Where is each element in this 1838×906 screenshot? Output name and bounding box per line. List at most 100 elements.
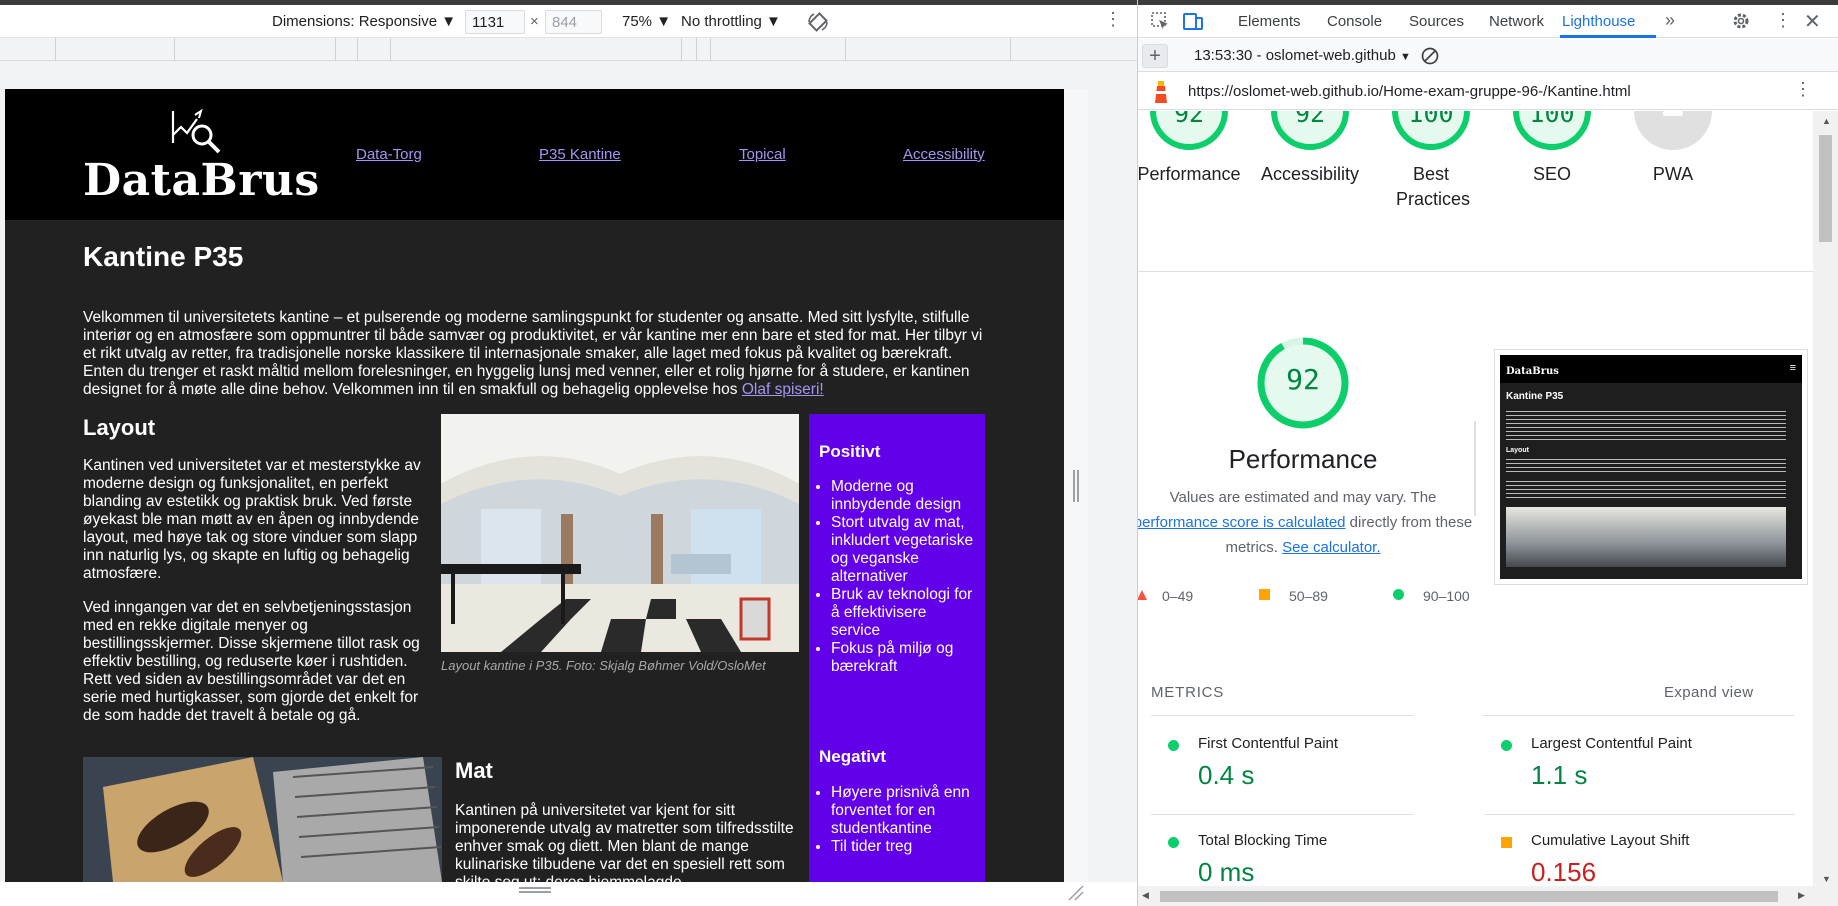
zoom-dropdown[interactable]: 75% ▼: [622, 13, 671, 30]
olaf-spiseri-link[interactable]: Olaf spiseri!: [742, 381, 824, 398]
new-report-plus-icon[interactable]: +: [1142, 44, 1168, 68]
nav-link-accessibility[interactable]: Accessibility: [903, 146, 985, 163]
customize-menu-icon[interactable]: ⋮: [1774, 10, 1792, 31]
scroll-up-icon[interactable]: ▲: [1822, 116, 1831, 126]
metrics-heading: METRICS: [1151, 684, 1225, 701]
emulated-page: DataBrus Data-Torg P35 Kantine Topical A…: [5, 89, 1064, 882]
pass-circle-icon: [1168, 837, 1179, 848]
width-input[interactable]: 1131: [465, 10, 525, 34]
nav-link-topical[interactable]: Topical: [739, 146, 786, 163]
device-toolbar-icon[interactable]: [1182, 10, 1204, 32]
performance-main-score: 92: [1286, 363, 1320, 396]
score-calculated-link[interactable]: performance score is calculated: [1138, 514, 1346, 531]
tab-elements[interactable]: Elements: [1238, 13, 1301, 30]
pass-circle-icon: [1393, 589, 1404, 600]
tab-lighthouse[interactable]: Lighthouse: [1562, 13, 1635, 30]
clear-reports-icon[interactable]: [1421, 47, 1439, 65]
resize-handle-bottom[interactable]: [519, 887, 551, 893]
caret-down-icon: ▼: [441, 13, 457, 30]
score-label: Performance: [1138, 164, 1241, 184]
device-toolbar: Dimensions: Responsive ▼ 1131 × 844 75% …: [0, 5, 1137, 38]
page-title: Kantine P35: [83, 241, 244, 272]
more-tabs-icon[interactable]: »: [1665, 10, 1675, 31]
resize-corner-icon[interactable]: [1067, 884, 1085, 902]
dimensions-dropdown[interactable]: Dimensions: Responsive ▼: [272, 13, 456, 30]
legend-average: 50–89: [1289, 588, 1328, 604]
tab-network[interactable]: Network: [1489, 13, 1544, 30]
metric-value: 0.156: [1531, 857, 1597, 886]
device-emulation-pane: Dimensions: Responsive ▼ 1131 × 844 75% …: [0, 0, 1137, 906]
see-calculator-link[interactable]: See calculator.: [1282, 539, 1380, 556]
throttling-dropdown[interactable]: No throttling ▼: [681, 13, 781, 30]
positive-list: Moderne og innbydende design Stort utval…: [805, 478, 977, 676]
caret-down-icon: ▼: [766, 13, 781, 30]
list-item: Høyere prisnivå enn forventet for en stu…: [831, 784, 977, 838]
metric-label: Cumulative Layout Shift: [1531, 832, 1690, 849]
emulation-bottom-gutter: [0, 882, 1137, 906]
score-label: SEO: [1532, 164, 1571, 184]
times-icon: ×: [530, 13, 539, 30]
negative-heading: Negativt: [819, 747, 887, 766]
layout-heading: Layout: [83, 415, 156, 440]
divider: [1151, 715, 1414, 716]
divider: [1474, 421, 1476, 516]
inspect-element-icon[interactable]: [1150, 11, 1170, 31]
report-horizontal-scrollbar[interactable]: ◀ ▶: [1138, 886, 1838, 906]
layout-paragraph-1: Kantinen ved universitetet var et mester…: [83, 457, 421, 582]
expand-view-toggle[interactable]: Expand view: [1664, 684, 1753, 701]
nav-link-data-torg[interactable]: Data-Torg: [356, 146, 422, 163]
scroll-down-icon[interactable]: ▼: [1822, 874, 1831, 884]
scrollbar-thumb[interactable]: [1160, 891, 1778, 902]
metric-value: 0 ms: [1198, 857, 1255, 886]
data-search-icon: [171, 108, 221, 154]
metric-value: 0.4 s: [1198, 760, 1255, 790]
pros-cons-box: Positivt Moderne og innbydende design St…: [809, 414, 985, 882]
score-value: 92: [1294, 111, 1326, 128]
divider: [1138, 271, 1813, 272]
devtools-panel: Elements Console Sources Network Lightho…: [1137, 0, 1838, 906]
estimate-note: Values are estimated and may vary. The p…: [1138, 485, 1478, 560]
score-label: Accessibility: [1260, 164, 1360, 184]
performance-main-label: Performance: [1228, 444, 1378, 474]
intro-paragraph: Velkommen til universitetets kantine – e…: [83, 309, 991, 399]
url-more-icon[interactable]: ⋮: [1794, 79, 1812, 100]
dimensions-label: Dimensions: Responsive: [272, 13, 438, 30]
metric-value: 1.1 s: [1531, 760, 1588, 790]
legend-pass: 90–100: [1423, 588, 1470, 604]
site-header: DataBrus Data-Torg P35 Kantine Topical A…: [5, 89, 1064, 220]
final-screenshot-thumbnail[interactable]: DataBrus ≡ Kantine P35 Layout: [1494, 349, 1808, 585]
close-devtools-icon[interactable]: ✕: [1804, 9, 1821, 34]
resize-handle-right[interactable]: [1073, 470, 1079, 502]
list-item: Bruk av teknologi for å effektivisere se…: [831, 586, 977, 640]
estimate-text: Values are estimated and may vary. The: [1169, 489, 1437, 506]
metric-label: First Contentful Paint: [1198, 735, 1339, 752]
scrollbar-thumb[interactable]: [1819, 135, 1832, 242]
pass-circle-icon: [1501, 740, 1512, 751]
site-logo[interactable]: DataBrus: [83, 155, 320, 206]
height-input[interactable]: 844: [545, 10, 602, 34]
more-options-icon[interactable]: ⋮: [1104, 9, 1122, 30]
report-scrollbar[interactable]: ▲ ▼: [1813, 111, 1838, 886]
score-label: Best Practices: [1396, 164, 1471, 209]
photo-caption: Layout kantine i P35. Foto: Skjalg Bøhme…: [441, 658, 766, 673]
report-url: https://oslomet-web.github.io/Home-exam-…: [1188, 83, 1631, 100]
tab-console[interactable]: Console: [1327, 13, 1382, 30]
lighthouse-logo-icon: [1155, 81, 1167, 103]
metric-label: Largest Contentful Paint: [1531, 735, 1692, 752]
scroll-right-icon[interactable]: ▶: [1798, 890, 1805, 901]
divider: [1151, 814, 1414, 815]
settings-gear-icon[interactable]: [1731, 11, 1751, 31]
report-select[interactable]: 13:53:30 - oslomet-web.github ▼: [1194, 47, 1411, 64]
rotate-icon[interactable]: [806, 10, 830, 34]
scroll-left-icon[interactable]: ◀: [1142, 890, 1149, 901]
report-select-label: 13:53:30 - oslomet-web.github: [1194, 47, 1396, 64]
tab-sources[interactable]: Sources: [1409, 13, 1464, 30]
food-photo: [83, 757, 442, 882]
divider: [1483, 715, 1794, 716]
hamburger-icon: ≡: [1789, 362, 1796, 374]
score-label: PWA: [1652, 164, 1694, 184]
divider: [1484, 814, 1795, 815]
nav-link-p35-kantine[interactable]: P35 Kantine: [539, 146, 621, 163]
pass-circle-icon: [1168, 740, 1179, 751]
list-item: Stort utvalg av mat, inkludert vegetaris…: [831, 514, 977, 586]
